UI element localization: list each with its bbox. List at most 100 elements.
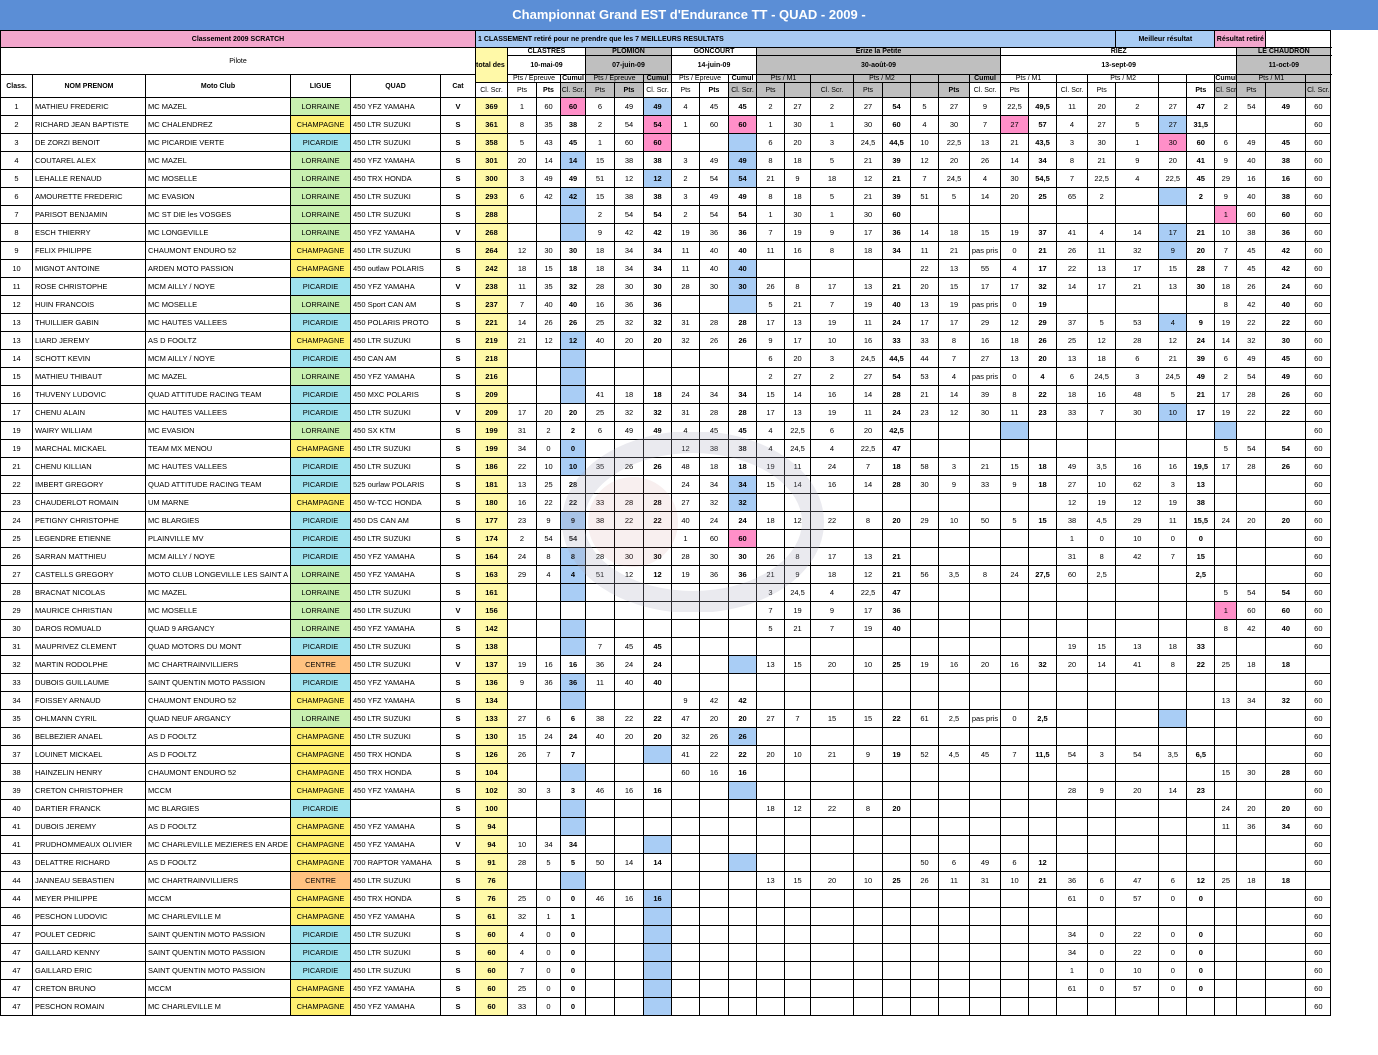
ev2-cumul: 16: [643, 889, 672, 908]
class-header: Class.: [0, 74, 33, 98]
quad-model: 450 LTR SUZUKI: [350, 655, 441, 674]
club-name: SAINT QUENTIN MOTO PASSION: [145, 943, 291, 962]
ev6-m1-cl: 1: [1056, 529, 1088, 548]
ev3-pts: 49: [699, 187, 729, 206]
ev2-cumul: [643, 583, 672, 602]
ev1-cumul: 7: [560, 745, 586, 764]
ev4-m2-pts: [853, 817, 883, 836]
ev1-cumul: 0: [560, 997, 586, 1016]
ev6-m1-cl: [1056, 205, 1088, 224]
sub-pts: Pts: [938, 82, 970, 98]
club-name: UM MARNE: [145, 493, 291, 512]
ev1-pts: 20: [536, 403, 561, 422]
ev6-m2-cl: 42: [1115, 547, 1160, 566]
quad-header: QUAD: [350, 74, 441, 98]
ev7-cl: 5: [1214, 583, 1238, 602]
quad-model: 450 LTR SUZUKI: [350, 925, 441, 944]
club-name: QUAD MOTORS DU MONT: [145, 637, 291, 656]
sub-pts: Pts: [614, 82, 644, 98]
blank-cell: [938, 74, 970, 83]
ev5-m2-pts: [1000, 421, 1029, 440]
ev4-cumul: [882, 925, 911, 944]
ev6-m1-cl: 25: [1056, 331, 1088, 350]
cat-header: Cat: [440, 74, 476, 98]
ev6-m1-pts: [1086, 601, 1117, 620]
ev7-cumul: [1265, 547, 1307, 566]
ev3-cumul: [728, 853, 757, 872]
club-name: MC BLARGIES: [145, 799, 291, 818]
ev5-m1-pts: [938, 727, 970, 746]
ev1-cumul: 12: [560, 331, 586, 350]
ev7-pts: [1236, 745, 1267, 764]
quad-model: 450 LTR SUZUKI: [350, 601, 441, 620]
ligue-header: LIGUE: [290, 74, 351, 98]
ev4-cumul: 24: [882, 403, 911, 422]
ev4-m1-pts: 19: [784, 223, 811, 242]
class-cell: 43: [0, 853, 33, 872]
cat-cell: S: [440, 817, 476, 836]
ev6-cumul: 0: [1186, 529, 1216, 548]
ev7-pts: 54: [1236, 439, 1267, 458]
ev4-m1-pts: 8: [784, 547, 811, 566]
ev3-cl: 41: [671, 745, 700, 764]
ligue-cell: PICARDIE: [290, 529, 351, 548]
ev3-pts: 60: [699, 115, 729, 134]
ev5-cumul: [1028, 691, 1057, 710]
ev6-m1-pts: [1086, 835, 1117, 854]
ev6-m2-cl: 28: [1115, 331, 1160, 350]
table-row: 33 DUBOIS GUILLAUME SAINT QUENTIN MOTO PAS…: [0, 673, 1332, 692]
blank-cell: [1186, 74, 1216, 83]
ev4-m2-cl: 18: [810, 565, 854, 584]
bonus-cell: 60: [1305, 295, 1332, 314]
ev5-m1-pts: [938, 691, 970, 710]
ev5-m1-pts: [938, 781, 970, 800]
ev2-cl: 40: [585, 331, 615, 350]
ev5-m2-cl: 8: [969, 565, 1001, 584]
bonus-cell: 60: [1305, 115, 1332, 134]
ev6-cumul: [1186, 673, 1216, 692]
ev6-m2-pts: 3: [1158, 475, 1188, 494]
ev4-m2-cl: 19: [810, 403, 854, 422]
ligue-cell: CHAMPAGNE: [290, 979, 351, 998]
ev5-cumul: [1028, 889, 1057, 908]
ev4-m2-cl: 20: [810, 655, 854, 674]
cat-cell: V: [440, 277, 476, 296]
pilot-name: JANNEAU SEBASTIEN: [32, 871, 146, 890]
ev2-pts: 22: [614, 511, 644, 530]
ev5-cumul: [1028, 673, 1057, 692]
ev1-pts: 14: [536, 151, 561, 170]
ev4-m1-pts: 12: [784, 511, 811, 530]
ev7-pts: 54: [1236, 97, 1267, 116]
ev6-m1-cl: 41: [1056, 223, 1088, 242]
ev1-cumul: 38: [560, 115, 586, 134]
ev5-cumul: 2,5: [1028, 709, 1057, 728]
ev2-cl: [585, 817, 615, 836]
ev1-cl: 17: [507, 403, 537, 422]
ev1-cl: 23: [507, 511, 537, 530]
ev7-pts: [1236, 889, 1267, 908]
ev5-m2-cl: 4: [969, 169, 1001, 188]
sub-cl-scr: Cl. Scr.: [1305, 82, 1332, 98]
ev4-m1-cl: [756, 961, 785, 980]
ev3-pts: 40: [699, 259, 729, 278]
ev3-cl: 28: [671, 277, 700, 296]
club-name: SAINT QUENTIN MOTO PASSION: [145, 925, 291, 944]
ev5-m2-pts: 13: [1000, 349, 1029, 368]
event-date: 13-sept-09: [999, 55, 1238, 75]
ev7-pts: 45: [1236, 241, 1267, 260]
total-minus-one: 164: [475, 547, 508, 566]
ev7-cl: 1: [1214, 205, 1238, 224]
ev6-cumul: 47: [1186, 97, 1216, 116]
bonus-cell: 60: [1305, 961, 1332, 980]
ev3-pts: 60: [699, 529, 729, 548]
quad-model: 450 YFZ YAMAHA: [350, 907, 441, 926]
pilote-header: Pilote: [0, 47, 476, 75]
ev4-m2-pts: [853, 763, 883, 782]
class-cell: 32: [0, 655, 33, 674]
ev4-m1-pts: 9: [784, 565, 811, 584]
pilot-name: HAINZELIN HENRY: [32, 763, 146, 782]
total-minus-one: 94: [475, 835, 508, 854]
ev6-m1-cl: 13: [1056, 349, 1088, 368]
ligue-cell: CHAMPAGNE: [290, 763, 351, 782]
table-row: 44 JANNEAU SEBASTIEN MC CHARTRAINVILLIERS C…: [0, 871, 1332, 890]
